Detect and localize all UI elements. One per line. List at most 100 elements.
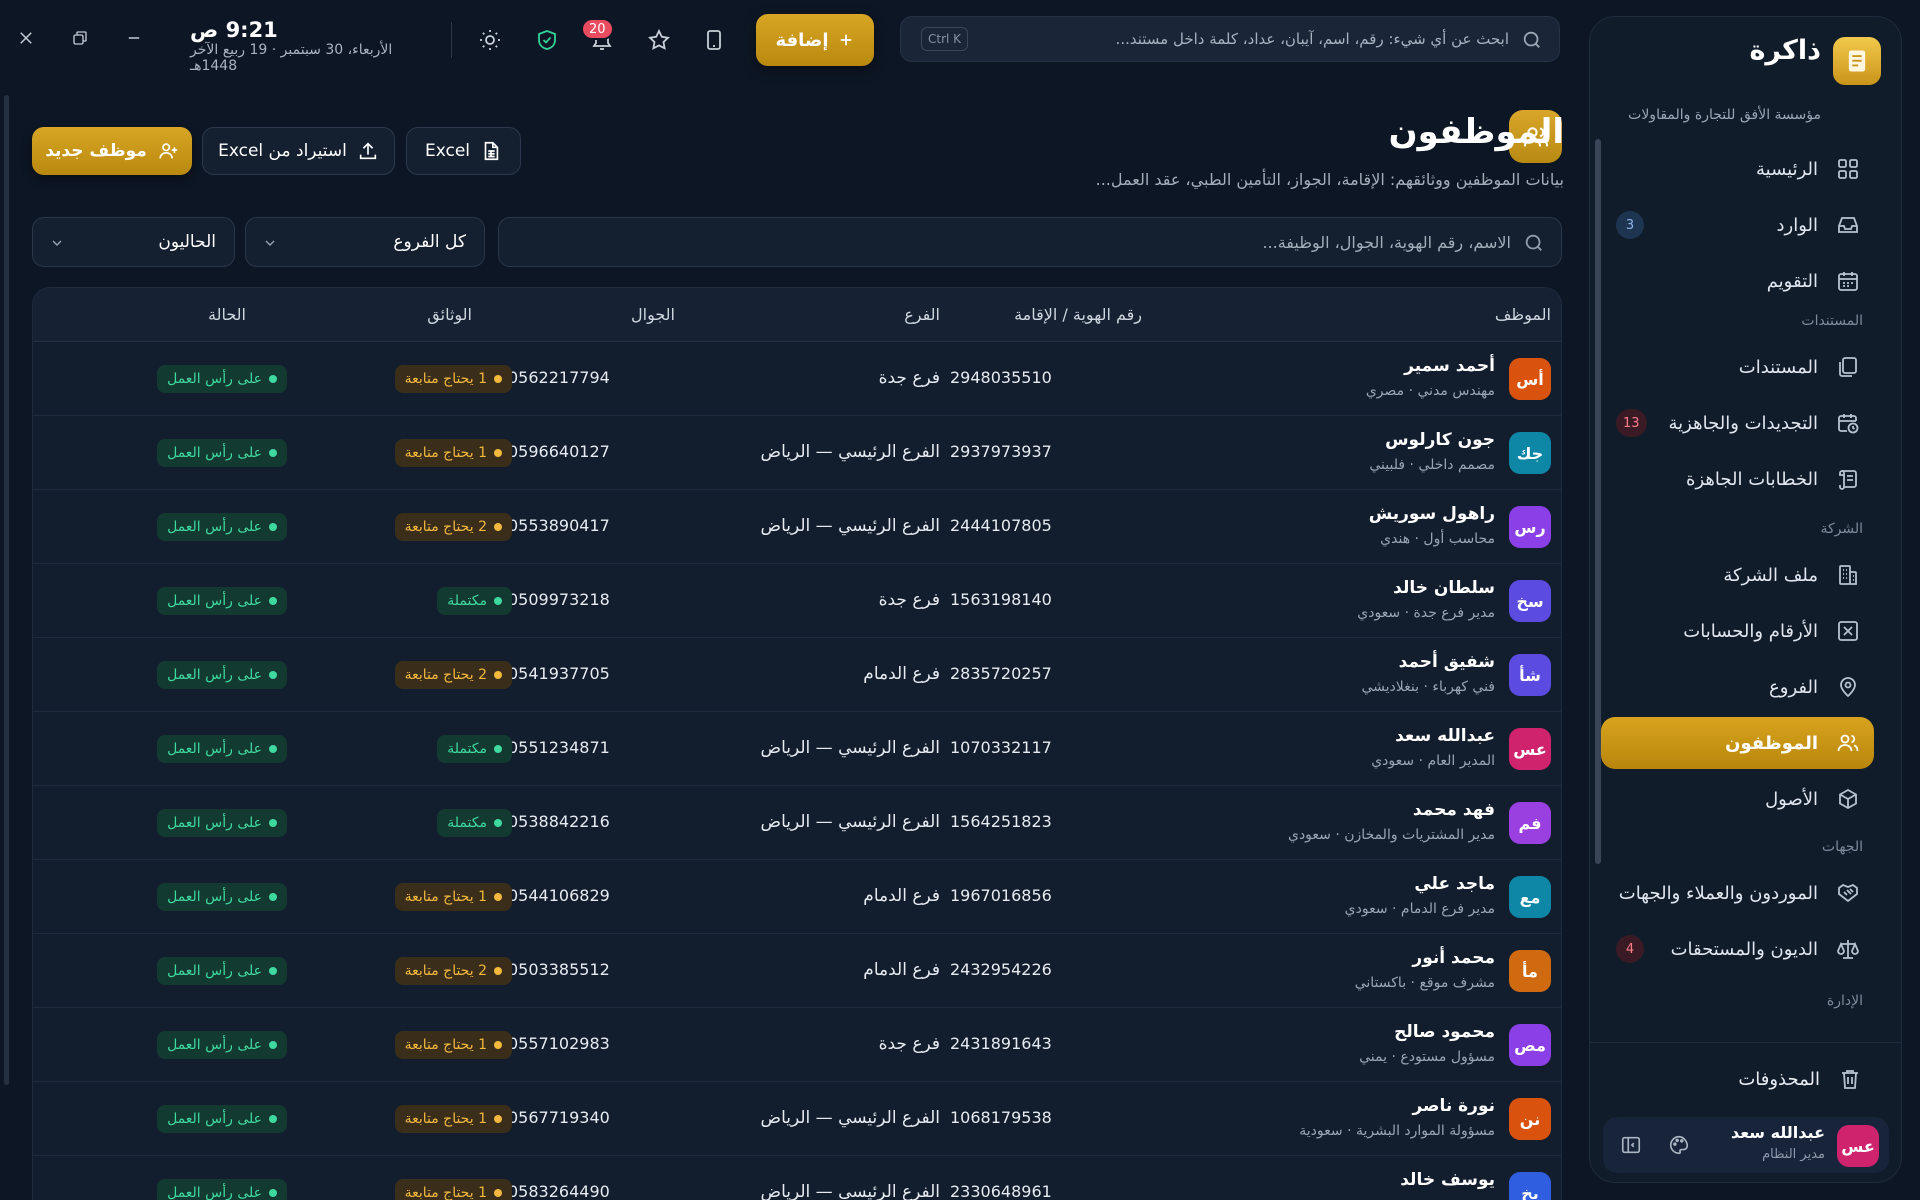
- table-row[interactable]: رس راهول سوريش محاسب أول · هندي 24441078…: [33, 490, 1561, 564]
- sidebar-item-branches[interactable]: الفروع: [1601, 661, 1874, 713]
- import-excel-button[interactable]: استيراد من Excel: [202, 127, 395, 175]
- sidebar-item-label: الموردون والعملاء والجهات: [1618, 882, 1818, 904]
- sidebar-item-assets[interactable]: الأصول: [1601, 773, 1874, 825]
- sidebar-scrollbar[interactable]: [1594, 125, 1602, 1045]
- star-icon[interactable]: [643, 24, 675, 56]
- table-row[interactable]: سخ سلطان خالد مدير فرع جدة · سعودي 15631…: [33, 564, 1561, 638]
- employee-name[interactable]: يوسف خالد: [1400, 1170, 1495, 1190]
- scale-icon: [1834, 935, 1862, 963]
- sidebar-item-employees[interactable]: الموظفون: [1601, 717, 1874, 769]
- employee-role: مسؤول مستودع · يمني: [1359, 1049, 1495, 1065]
- employee-name[interactable]: فهد محمد: [1413, 800, 1495, 820]
- column-header[interactable]: الوثائق: [427, 305, 472, 324]
- sidebar-item-inbox[interactable]: الوارد 3: [1601, 199, 1874, 251]
- avatar: عس: [1509, 728, 1551, 770]
- new-employee-button[interactable]: موظف جديد: [32, 127, 192, 175]
- sidebar-item-calendar[interactable]: التقويم: [1601, 255, 1874, 307]
- documents-label: 2 يحتاج متابعة: [404, 519, 487, 535]
- column-header[interactable]: رقم الهوية / الإقامة: [1014, 305, 1142, 324]
- sidebar-item-company-profile[interactable]: ملف الشركة: [1601, 549, 1874, 601]
- table-row[interactable]: أس أحمد سمير مهندس مدني · مصري 294803551…: [33, 342, 1561, 416]
- phone-number: 0538842216: [508, 812, 610, 831]
- phone-number: 0551234871: [508, 738, 610, 757]
- global-search-input[interactable]: ابحث عن أي شيء: رقم، اسم، آيبان، عداد، ك…: [900, 16, 1560, 62]
- sidebar-item-label: ملف الشركة: [1723, 564, 1818, 586]
- brand[interactable]: ذاكرة مؤسسة الأفق للتجارة والمقاولات: [1611, 35, 1881, 123]
- status-badge: على رأس العمل: [157, 513, 287, 541]
- table-row[interactable]: فم فهد محمد مدير المشتريات والمخازن · سع…: [33, 786, 1561, 860]
- count-badge: 3: [1616, 211, 1644, 239]
- user-card[interactable]: عس عبدالله سعد مدير النظام: [1603, 1117, 1889, 1173]
- sidebar-item-debts[interactable]: الديون والمستحقات 4: [1601, 923, 1874, 975]
- minimize-icon[interactable]: [118, 22, 150, 54]
- status-dot: [494, 597, 502, 605]
- branch-filter-select[interactable]: كل الفروع: [245, 217, 485, 267]
- scrollbar-thumb[interactable]: [1595, 139, 1601, 864]
- table-row[interactable]: عس عبدالله سعد المدير العام · سعودي 1070…: [33, 712, 1561, 786]
- table-row[interactable]: شأ شفيق أحمد فني كهرباء · بنغلاديشي 2835…: [33, 638, 1561, 712]
- avatar: رس: [1509, 506, 1551, 548]
- employee-role: مدير المشتريات والمخازن · سعودي: [1287, 827, 1495, 843]
- employee-name[interactable]: محمود صالح: [1394, 1022, 1495, 1042]
- page-title: الموظفون: [1388, 112, 1564, 152]
- employee-name[interactable]: راهول سوريش: [1369, 504, 1495, 524]
- sidebar-item-numbers-accounts[interactable]: الأرقام والحسابات: [1601, 605, 1874, 657]
- column-header[interactable]: الفرع: [904, 305, 940, 324]
- add-button[interactable]: إضافة: [756, 14, 874, 66]
- status-badge: على رأس العمل: [157, 957, 287, 985]
- trash-icon: [1836, 1065, 1864, 1093]
- sidebar-item-renewals[interactable]: التجديدات والجاهزية 13: [1601, 397, 1874, 449]
- documents-label: 1 يحتاج متابعة: [404, 1185, 487, 1200]
- table-row[interactable]: مص محمود صالح مسؤول مستودع · يمني 243189…: [33, 1008, 1561, 1082]
- sidebar-item-home[interactable]: الرئيسية: [1601, 143, 1874, 195]
- table-row[interactable]: مأ محمد أنور مشرف موقع · باكستاني 243295…: [33, 934, 1561, 1008]
- table-row[interactable]: يخ يوسف خالد 2330648961 الفرع الرئيسي — …: [33, 1156, 1561, 1200]
- search-placeholder: ابحث عن أي شيء: رقم، اسم، آيبان، عداد، ك…: [1115, 30, 1509, 48]
- employee-name[interactable]: عبدالله سعد: [1395, 726, 1495, 746]
- tablet-icon[interactable]: [698, 24, 730, 56]
- sidebar-footer: المحذوفات عس عبدالله سعد مدير النظام: [1590, 1042, 1901, 1182]
- file-spreadsheet-icon: [480, 140, 502, 162]
- page-scrollbar[interactable]: [3, 95, 10, 1085]
- shield-check-icon[interactable]: [531, 24, 563, 56]
- palette-icon[interactable]: [1665, 1131, 1693, 1159]
- column-header[interactable]: الجوال: [631, 305, 675, 324]
- sidebar-item-trash[interactable]: المحذوفات: [1603, 1057, 1876, 1101]
- table-row[interactable]: مع ماجد علي مدير فرع الدمام · سعودي 1967…: [33, 860, 1561, 934]
- scrollbar-thumb[interactable]: [4, 95, 9, 1085]
- sidebar-item-label: الخطابات الجاهزة: [1686, 468, 1818, 490]
- collapse-sidebar-icon[interactable]: [1617, 1131, 1645, 1159]
- column-header[interactable]: الموظف: [1495, 305, 1551, 324]
- theme-toggle-sun-icon[interactable]: [474, 24, 506, 56]
- branch-name: فرع الدمام: [863, 960, 940, 980]
- employee-name[interactable]: سلطان خالد: [1393, 578, 1495, 598]
- table-row[interactable]: نن نورة ناصر مسؤولة الموارد البشرية · سع…: [33, 1082, 1561, 1156]
- employee-name[interactable]: محمد أنور: [1412, 948, 1495, 968]
- column-header[interactable]: الحالة: [208, 305, 246, 324]
- employee-name[interactable]: أحمد سمير: [1404, 356, 1495, 376]
- status-dot: [269, 819, 277, 827]
- employee-search-input[interactable]: الاسم، رقم الهوية، الجوال، الوظيفة...: [498, 217, 1562, 267]
- building-icon: [1834, 561, 1862, 589]
- employee-name[interactable]: شفيق أحمد: [1399, 652, 1495, 672]
- employee-name[interactable]: جون كارلوس: [1385, 430, 1495, 450]
- status-label: على رأس العمل: [167, 963, 262, 979]
- sidebar-item-documents[interactable]: المستندات: [1601, 341, 1874, 393]
- export-excel-button[interactable]: Excel: [406, 127, 521, 175]
- restore-window-icon[interactable]: [64, 22, 96, 54]
- id-number: 2937973937: [950, 442, 1052, 461]
- status-dot: [269, 449, 277, 457]
- status-label: على رأس العمل: [167, 1111, 262, 1127]
- status-label: على رأس العمل: [167, 1185, 262, 1200]
- documents-badge: 1 يحتاج متابعة: [394, 1031, 512, 1059]
- sidebar-item-suppliers-clients[interactable]: الموردون والعملاء والجهات: [1601, 867, 1874, 919]
- sidebar-item-letters[interactable]: الخطابات الجاهزة: [1601, 453, 1874, 505]
- keyboard-shortcut: Ctrl K: [921, 27, 969, 51]
- table-row[interactable]: جك جون كارلوس مصمم داخلي · فلبيني 293797…: [33, 416, 1561, 490]
- employee-role: المدير العام · سعودي: [1371, 753, 1495, 769]
- employee-name[interactable]: ماجد علي: [1414, 874, 1495, 894]
- close-icon[interactable]: [10, 22, 42, 54]
- employee-name[interactable]: نورة ناصر: [1412, 1096, 1495, 1116]
- status-filter-select[interactable]: الحاليون: [32, 217, 235, 267]
- status-label: على رأس العمل: [167, 519, 262, 535]
